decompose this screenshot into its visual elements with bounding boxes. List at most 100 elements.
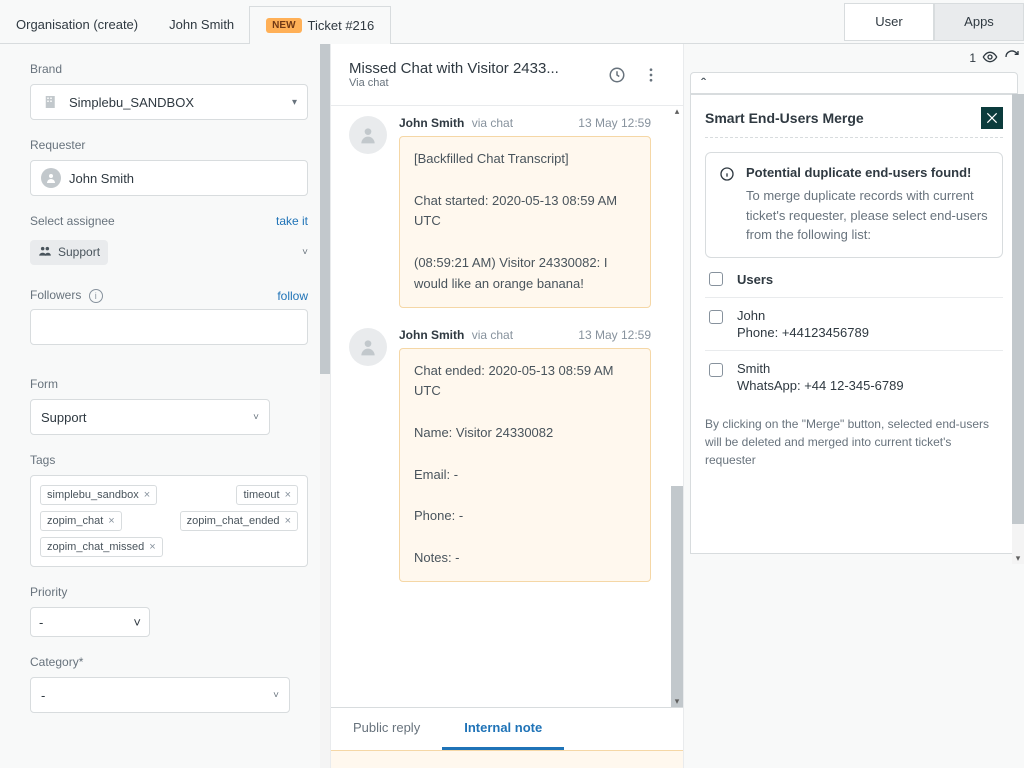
scroll-down-arrow[interactable]: ▾ [671, 696, 683, 707]
category-value: - [41, 688, 45, 703]
tag-text: zopim_chat_missed [47, 541, 144, 553]
brand-label: Brand [30, 62, 308, 76]
tab-organisation[interactable]: Organisation (create) [0, 6, 154, 44]
viewers-count: 1 [969, 51, 976, 65]
user-name: John [737, 308, 869, 323]
msg-body: Chat ended: 2020-05-13 08:59 AM UTC Name… [399, 348, 651, 582]
msg-channel: via chat [472, 328, 513, 342]
tag-remove-icon[interactable]: × [108, 515, 114, 527]
msg-time: 13 May 12:59 [578, 116, 651, 130]
tab-person[interactable]: John Smith [153, 6, 250, 44]
msg-line: Phone: - [414, 506, 636, 527]
tags-label: Tags [30, 453, 308, 467]
user-contact: WhatsApp: +44 12-345-6789 [737, 378, 904, 393]
msg-line: Name: Visitor 24330082 [414, 423, 636, 444]
msg-line: (08:59:21 AM) Visitor 24330082: I would … [414, 253, 636, 295]
tag-text: simplebu_sandbox [47, 489, 139, 501]
right-scrollbar[interactable]: ▴ ▾ [1012, 94, 1024, 564]
priority-value: - [39, 615, 43, 630]
chevron-down-icon: ˅ [133, 615, 141, 630]
composer-textarea[interactable] [331, 750, 683, 768]
refresh-icon[interactable] [1004, 49, 1020, 68]
users-header: Users [705, 258, 1003, 298]
scrollbar-thumb[interactable] [320, 44, 330, 374]
info-icon [718, 165, 736, 183]
avatar-icon [41, 168, 61, 188]
chevron-up-icon: ˆ [701, 75, 706, 91]
scroll-down-arrow[interactable]: ▾ [1012, 553, 1024, 564]
building-icon [41, 92, 61, 112]
msg-time: 13 May 12:59 [578, 328, 651, 342]
tag-text: zopim_chat_ended [187, 515, 280, 527]
left-scrollbar[interactable] [320, 44, 330, 768]
app-title: Smart End-Users Merge [705, 110, 864, 126]
app-collapse-toggle[interactable]: ˆ [690, 72, 1018, 94]
msg-line: Chat started: 2020-05-13 08:59 AM UTC [414, 191, 636, 233]
tag-remove-icon[interactable]: × [285, 515, 291, 527]
msg-line: Email: - [414, 465, 636, 486]
app-logo-icon [981, 107, 1003, 129]
followers-input[interactable] [30, 309, 308, 345]
center-scrollbar[interactable]: ▴ ▾ [671, 106, 683, 707]
tab-org-label: Organisation (create) [16, 17, 138, 32]
user-checkbox[interactable] [709, 363, 723, 377]
tab-public-reply[interactable]: Public reply [331, 708, 442, 750]
tag: timeout× [236, 485, 298, 505]
user-name: Smith [737, 361, 904, 376]
scroll-up-arrow[interactable]: ▴ [671, 106, 683, 117]
chevron-down-icon: ˅ [273, 690, 279, 701]
merge-disclaimer: By clicking on the "Merge" button, selec… [705, 415, 1003, 469]
tag-text: zopim_chat [47, 515, 103, 527]
requester-select[interactable]: John Smith [30, 160, 308, 196]
category-select[interactable]: - ˅ [30, 677, 290, 713]
chevron-down-icon: ˅ [302, 247, 308, 258]
eye-icon [982, 49, 998, 68]
form-select[interactable]: Support ˅ [30, 399, 270, 435]
alert-desc: To merge duplicate records with current … [746, 186, 990, 245]
select-all-checkbox[interactable] [709, 272, 723, 286]
tag-remove-icon[interactable]: × [149, 541, 155, 553]
ticket-channel: Via chat [349, 77, 579, 89]
assignee-select[interactable]: Support ˅ [30, 234, 308, 270]
more-icon[interactable] [637, 61, 665, 89]
follow-link[interactable]: follow [277, 289, 308, 303]
brand-value: Simplebu_SANDBOX [69, 95, 194, 110]
msg-body: [Backfilled Chat Transcript] Chat starte… [399, 136, 651, 308]
scrollbar-thumb[interactable] [671, 486, 683, 707]
tags-input[interactable]: simplebu_sandbox × timeout× zopim_chat × z… [30, 475, 308, 567]
history-icon[interactable] [603, 61, 631, 89]
user-row: John Phone: +44123456789 [705, 298, 1003, 350]
avatar-icon [349, 116, 387, 154]
badge-new: NEW [266, 18, 301, 33]
users-header-label: Users [737, 272, 773, 287]
msg-channel: via chat [472, 116, 513, 130]
scrollbar-thumb[interactable] [1012, 94, 1024, 524]
alert-box: Potential duplicate end-users found! To … [705, 152, 1003, 258]
priority-select[interactable]: - ˅ [30, 607, 150, 637]
user-row: Smith WhatsApp: +44 12-345-6789 [705, 351, 1003, 403]
ticket-title: Missed Chat with Visitor 2433... [349, 60, 579, 77]
user-checkbox[interactable] [709, 310, 723, 324]
tag-remove-icon[interactable]: × [144, 489, 150, 501]
msg-line: [Backfilled Chat Transcript] [414, 149, 636, 170]
tab-ticket-label: Ticket #216 [308, 18, 375, 33]
msg-line: Notes: - [414, 548, 636, 569]
tag-remove-icon[interactable]: × [285, 489, 291, 501]
tab-ticket[interactable]: NEW Ticket #216 [249, 6, 391, 44]
requester-value: John Smith [69, 171, 134, 186]
assignee-value: Support [58, 245, 100, 259]
brand-select[interactable]: Simplebu_SANDBOX ▾ [30, 84, 308, 120]
tag: zopim_chat × [40, 511, 122, 531]
take-it-link[interactable]: take it [276, 214, 308, 228]
chevron-down-icon: ▾ [292, 97, 297, 108]
user-panel-button[interactable]: User [844, 3, 934, 41]
tab-internal-note[interactable]: Internal note [442, 708, 564, 750]
apps-panel-label: Apps [964, 14, 994, 29]
priority-label: Priority [30, 585, 308, 599]
info-icon[interactable]: i [89, 289, 103, 303]
message: John Smith via chat 13 May 12:59 [Backfi… [349, 116, 651, 308]
tag: zopim_chat_ended × [180, 511, 298, 531]
followers-label-text: Followers [30, 288, 81, 302]
apps-panel-button[interactable]: Apps [934, 3, 1024, 41]
tab-person-label: John Smith [169, 17, 234, 32]
